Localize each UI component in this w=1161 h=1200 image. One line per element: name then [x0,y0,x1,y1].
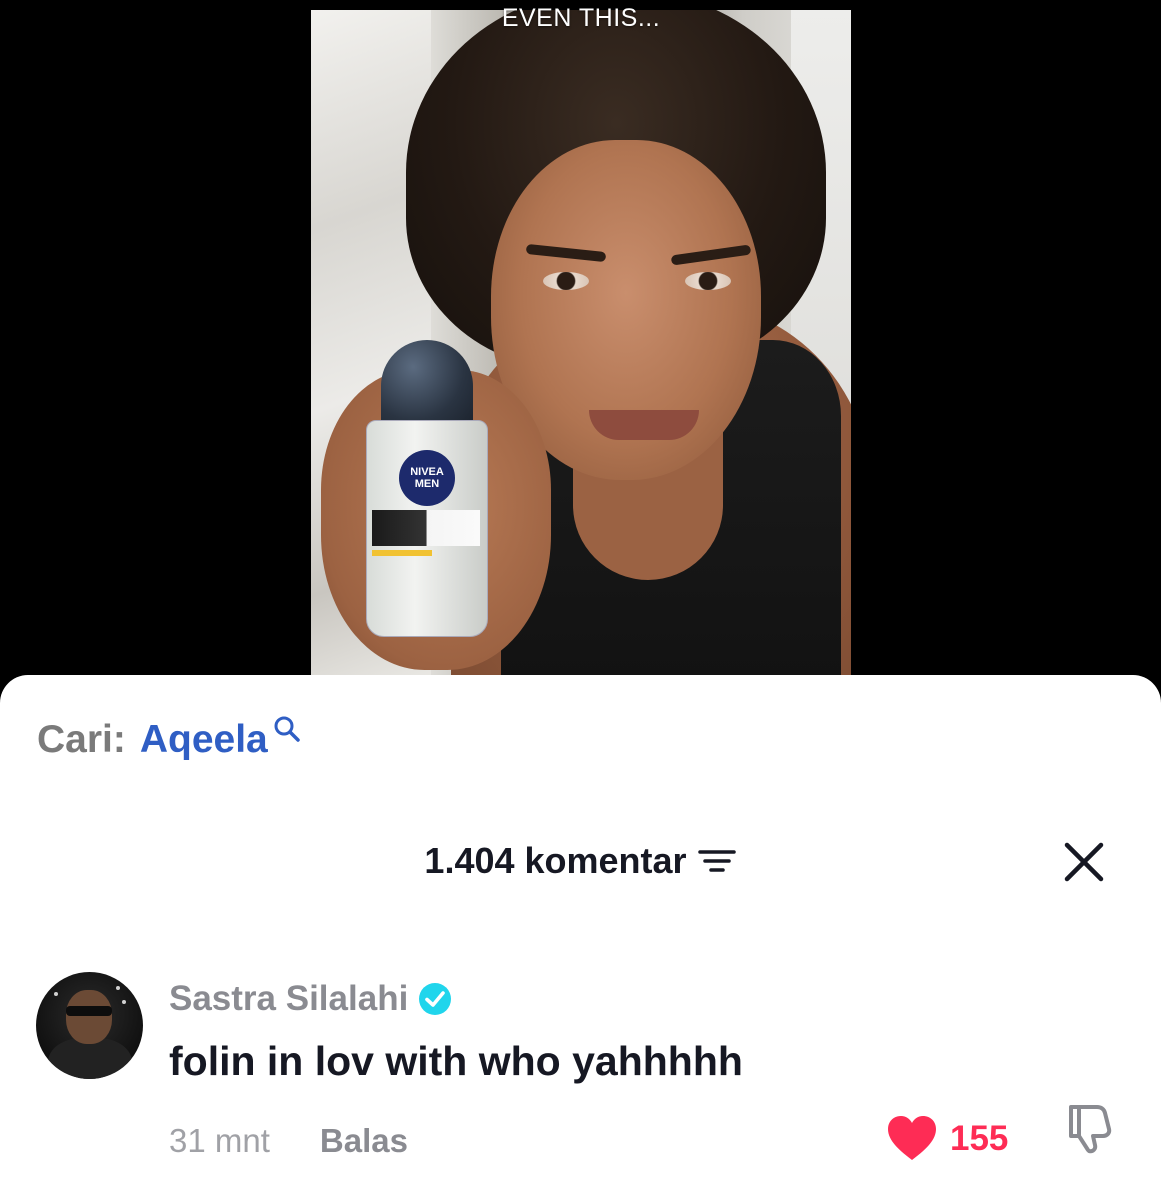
video-player[interactable]: NIVEA MEN [311,10,851,700]
username[interactable]: Sastra Silalahi [169,979,408,1019]
bottle-cap [381,340,473,430]
search-label: Cari: [37,718,126,761]
sort-icon[interactable] [697,846,737,876]
search-suggestion[interactable]: Cari: Aqeela [37,716,302,762]
comments-sheet: Cari: Aqeela 1.404 komentar Sastra Silal… [0,675,1161,1200]
product-yellow-band [372,550,432,556]
comment-item: Sastra Silalahi folin in lov with who ya… [36,972,1136,1192]
comment-meta: 31 mnt Balas [169,1122,408,1160]
comments-header: 1.404 komentar [0,840,1161,882]
avatar[interactable] [36,972,143,1079]
search-term[interactable]: Aqeela [140,718,268,762]
person-mouth [589,410,699,440]
person-eye-right [685,272,731,290]
comment-timestamp: 31 mnt [169,1122,270,1159]
product-stripe [372,510,480,546]
person-eye-left [543,272,589,290]
avatar-glasses [66,1006,112,1016]
heart-icon[interactable] [886,1115,938,1163]
deodorant-bottle: NIVEA MEN [366,340,488,637]
product-line: MEN [414,478,440,490]
avatar-body [48,1038,132,1079]
app-root: NIVEA MEN EVEN THIS... Cari: Aqeela 1.40… [0,0,1161,1200]
avatar-sparkle [122,1000,126,1004]
avatar-face [66,990,112,1044]
comments-count: 1.404 komentar [424,840,687,881]
search-icon[interactable] [272,714,302,744]
reply-button[interactable]: Balas [320,1122,408,1160]
username-row: Sastra Silalahi [169,979,452,1019]
like-count: 155 [950,1119,1009,1158]
like-button[interactable]: 155 [886,1115,1008,1163]
product-brand: NIVEA [410,466,444,478]
avatar-sparkle [54,992,58,996]
comment-text: folin in lov with who yahhhhh [169,1038,743,1084]
product-logo: NIVEA MEN [399,450,455,506]
close-icon[interactable] [1062,840,1106,884]
avatar-sparkle [116,986,120,990]
dislike-icon[interactable] [1061,1099,1117,1155]
video-caption: EVEN THIS... [501,4,661,32]
verified-badge-icon [419,983,452,1015]
